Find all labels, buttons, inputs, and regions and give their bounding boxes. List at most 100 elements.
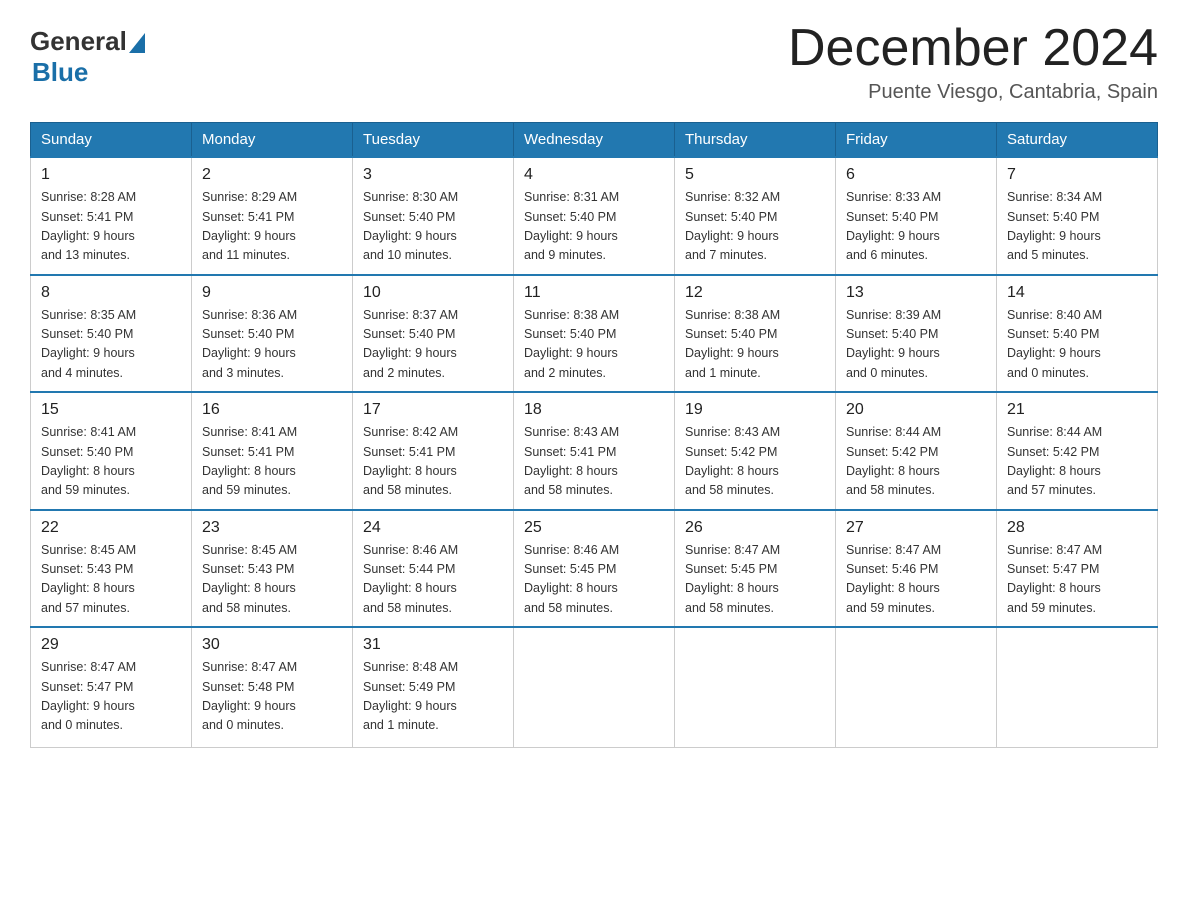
day-info: Sunrise: 8:35 AMSunset: 5:40 PMDaylight:… — [41, 306, 181, 384]
day-info: Sunrise: 8:29 AMSunset: 5:41 PMDaylight:… — [202, 188, 342, 266]
day-number: 27 — [846, 519, 986, 537]
weekday-header-wednesday: Wednesday — [514, 123, 675, 158]
day-info: Sunrise: 8:33 AMSunset: 5:40 PMDaylight:… — [846, 188, 986, 266]
day-number: 16 — [202, 401, 342, 419]
day-info: Sunrise: 8:47 AMSunset: 5:47 PMDaylight:… — [1007, 541, 1147, 619]
day-number: 9 — [202, 284, 342, 302]
title-area: December 2024 Puente Viesgo, Cantabria, … — [788, 20, 1158, 104]
day-info: Sunrise: 8:42 AMSunset: 5:41 PMDaylight:… — [363, 423, 503, 501]
day-info: Sunrise: 8:28 AMSunset: 5:41 PMDaylight:… — [41, 188, 181, 266]
calendar-cell: 17 Sunrise: 8:42 AMSunset: 5:41 PMDaylig… — [353, 392, 514, 510]
day-info: Sunrise: 8:47 AMSunset: 5:45 PMDaylight:… — [685, 541, 825, 619]
day-info: Sunrise: 8:41 AMSunset: 5:41 PMDaylight:… — [202, 423, 342, 501]
day-info: Sunrise: 8:47 AMSunset: 5:48 PMDaylight:… — [202, 658, 342, 736]
day-number: 17 — [363, 401, 503, 419]
calendar-cell: 22 Sunrise: 8:45 AMSunset: 5:43 PMDaylig… — [31, 510, 192, 628]
day-number: 31 — [363, 636, 503, 654]
logo-triangle-icon — [129, 33, 145, 53]
day-number: 19 — [685, 401, 825, 419]
day-number: 5 — [685, 166, 825, 184]
day-number: 10 — [363, 284, 503, 302]
calendar-cell: 5 Sunrise: 8:32 AMSunset: 5:40 PMDayligh… — [675, 157, 836, 275]
calendar-cell: 30 Sunrise: 8:47 AMSunset: 5:48 PMDaylig… — [192, 627, 353, 747]
day-number: 3 — [363, 166, 503, 184]
calendar-table: SundayMondayTuesdayWednesdayThursdayFrid… — [30, 122, 1158, 748]
week-row-5: 29 Sunrise: 8:47 AMSunset: 5:47 PMDaylig… — [31, 627, 1158, 747]
calendar-cell: 14 Sunrise: 8:40 AMSunset: 5:40 PMDaylig… — [997, 275, 1158, 393]
day-info: Sunrise: 8:39 AMSunset: 5:40 PMDaylight:… — [846, 306, 986, 384]
day-info: Sunrise: 8:34 AMSunset: 5:40 PMDaylight:… — [1007, 188, 1147, 266]
day-number: 12 — [685, 284, 825, 302]
calendar-cell: 1 Sunrise: 8:28 AMSunset: 5:41 PMDayligh… — [31, 157, 192, 275]
day-number: 28 — [1007, 519, 1147, 537]
day-info: Sunrise: 8:47 AMSunset: 5:47 PMDaylight:… — [41, 658, 181, 736]
day-info: Sunrise: 8:46 AMSunset: 5:44 PMDaylight:… — [363, 541, 503, 619]
day-info: Sunrise: 8:41 AMSunset: 5:40 PMDaylight:… — [41, 423, 181, 501]
page-header: General Blue December 2024 Puente Viesgo… — [30, 20, 1158, 104]
day-info: Sunrise: 8:48 AMSunset: 5:49 PMDaylight:… — [363, 658, 503, 736]
day-info: Sunrise: 8:36 AMSunset: 5:40 PMDaylight:… — [202, 306, 342, 384]
day-number: 18 — [524, 401, 664, 419]
day-number: 8 — [41, 284, 181, 302]
calendar-cell: 9 Sunrise: 8:36 AMSunset: 5:40 PMDayligh… — [192, 275, 353, 393]
month-title: December 2024 — [788, 20, 1158, 77]
calendar-cell: 27 Sunrise: 8:47 AMSunset: 5:46 PMDaylig… — [836, 510, 997, 628]
week-row-2: 8 Sunrise: 8:35 AMSunset: 5:40 PMDayligh… — [31, 275, 1158, 393]
day-info: Sunrise: 8:38 AMSunset: 5:40 PMDaylight:… — [685, 306, 825, 384]
day-number: 24 — [363, 519, 503, 537]
day-number: 23 — [202, 519, 342, 537]
day-number: 14 — [1007, 284, 1147, 302]
day-number: 26 — [685, 519, 825, 537]
calendar-cell: 28 Sunrise: 8:47 AMSunset: 5:47 PMDaylig… — [997, 510, 1158, 628]
day-info: Sunrise: 8:47 AMSunset: 5:46 PMDaylight:… — [846, 541, 986, 619]
day-number: 21 — [1007, 401, 1147, 419]
weekday-header-monday: Monday — [192, 123, 353, 158]
day-info: Sunrise: 8:30 AMSunset: 5:40 PMDaylight:… — [363, 188, 503, 266]
calendar-cell: 19 Sunrise: 8:43 AMSunset: 5:42 PMDaylig… — [675, 392, 836, 510]
location: Puente Viesgo, Cantabria, Spain — [788, 81, 1158, 104]
day-info: Sunrise: 8:46 AMSunset: 5:45 PMDaylight:… — [524, 541, 664, 619]
weekday-header-tuesday: Tuesday — [353, 123, 514, 158]
day-number: 22 — [41, 519, 181, 537]
day-info: Sunrise: 8:37 AMSunset: 5:40 PMDaylight:… — [363, 306, 503, 384]
day-number: 7 — [1007, 166, 1147, 184]
day-number: 25 — [524, 519, 664, 537]
day-number: 15 — [41, 401, 181, 419]
calendar-cell: 24 Sunrise: 8:46 AMSunset: 5:44 PMDaylig… — [353, 510, 514, 628]
day-info: Sunrise: 8:38 AMSunset: 5:40 PMDaylight:… — [524, 306, 664, 384]
calendar-cell: 6 Sunrise: 8:33 AMSunset: 5:40 PMDayligh… — [836, 157, 997, 275]
day-info: Sunrise: 8:45 AMSunset: 5:43 PMDaylight:… — [41, 541, 181, 619]
calendar-cell: 16 Sunrise: 8:41 AMSunset: 5:41 PMDaylig… — [192, 392, 353, 510]
calendar-cell: 12 Sunrise: 8:38 AMSunset: 5:40 PMDaylig… — [675, 275, 836, 393]
calendar-cell: 8 Sunrise: 8:35 AMSunset: 5:40 PMDayligh… — [31, 275, 192, 393]
day-info: Sunrise: 8:40 AMSunset: 5:40 PMDaylight:… — [1007, 306, 1147, 384]
weekday-header-row: SundayMondayTuesdayWednesdayThursdayFrid… — [31, 123, 1158, 158]
day-number: 2 — [202, 166, 342, 184]
calendar-cell: 15 Sunrise: 8:41 AMSunset: 5:40 PMDaylig… — [31, 392, 192, 510]
calendar-cell: 7 Sunrise: 8:34 AMSunset: 5:40 PMDayligh… — [997, 157, 1158, 275]
calendar-cell: 18 Sunrise: 8:43 AMSunset: 5:41 PMDaylig… — [514, 392, 675, 510]
day-number: 20 — [846, 401, 986, 419]
calendar-cell: 29 Sunrise: 8:47 AMSunset: 5:47 PMDaylig… — [31, 627, 192, 747]
logo-blue-text: Blue — [32, 57, 88, 87]
weekday-header-thursday: Thursday — [675, 123, 836, 158]
calendar-cell: 13 Sunrise: 8:39 AMSunset: 5:40 PMDaylig… — [836, 275, 997, 393]
day-info: Sunrise: 8:43 AMSunset: 5:42 PMDaylight:… — [685, 423, 825, 501]
weekday-header-saturday: Saturday — [997, 123, 1158, 158]
day-number: 11 — [524, 284, 664, 302]
day-info: Sunrise: 8:43 AMSunset: 5:41 PMDaylight:… — [524, 423, 664, 501]
day-info: Sunrise: 8:44 AMSunset: 5:42 PMDaylight:… — [1007, 423, 1147, 501]
calendar-cell — [514, 627, 675, 747]
day-info: Sunrise: 8:45 AMSunset: 5:43 PMDaylight:… — [202, 541, 342, 619]
calendar-cell — [997, 627, 1158, 747]
day-number: 4 — [524, 166, 664, 184]
week-row-1: 1 Sunrise: 8:28 AMSunset: 5:41 PMDayligh… — [31, 157, 1158, 275]
calendar-cell: 21 Sunrise: 8:44 AMSunset: 5:42 PMDaylig… — [997, 392, 1158, 510]
calendar-cell: 23 Sunrise: 8:45 AMSunset: 5:43 PMDaylig… — [192, 510, 353, 628]
weekday-header-friday: Friday — [836, 123, 997, 158]
calendar-cell: 26 Sunrise: 8:47 AMSunset: 5:45 PMDaylig… — [675, 510, 836, 628]
calendar-cell: 20 Sunrise: 8:44 AMSunset: 5:42 PMDaylig… — [836, 392, 997, 510]
logo: General Blue — [30, 20, 147, 88]
day-info: Sunrise: 8:32 AMSunset: 5:40 PMDaylight:… — [685, 188, 825, 266]
day-number: 30 — [202, 636, 342, 654]
